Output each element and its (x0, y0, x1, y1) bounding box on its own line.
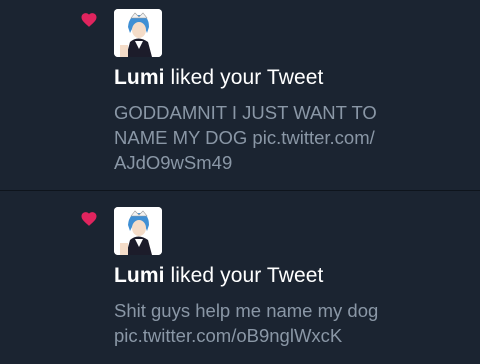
notifications-feed: Lumi liked your Tweet GODDAMNIT I JUST W… (0, 0, 480, 364)
like-notification[interactable]: Lumi liked your Tweet GODDAMNIT I JUST W… (0, 0, 480, 190)
avatar[interactable] (114, 207, 162, 255)
like-notification[interactable]: Lumi liked your Tweet Shit guys help me … (0, 191, 480, 364)
heart-icon (80, 210, 98, 228)
action-text: liked your Tweet (164, 264, 324, 287)
heart-icon (80, 11, 98, 29)
notification-headline: Lumi liked your Tweet (114, 66, 323, 90)
action-text: liked your Tweet (164, 66, 324, 89)
notification-headline: Lumi liked your Tweet (114, 264, 323, 288)
user-name[interactable]: Lumi (114, 264, 165, 287)
tweet-text[interactable]: Shit guys help me name my dog pic.twitte… (114, 298, 464, 348)
user-name[interactable]: Lumi (114, 66, 165, 89)
tweet-text[interactable]: GODDAMNIT I JUST WANT TO NAME MY DOG pic… (114, 100, 464, 175)
avatar[interactable] (114, 9, 162, 57)
